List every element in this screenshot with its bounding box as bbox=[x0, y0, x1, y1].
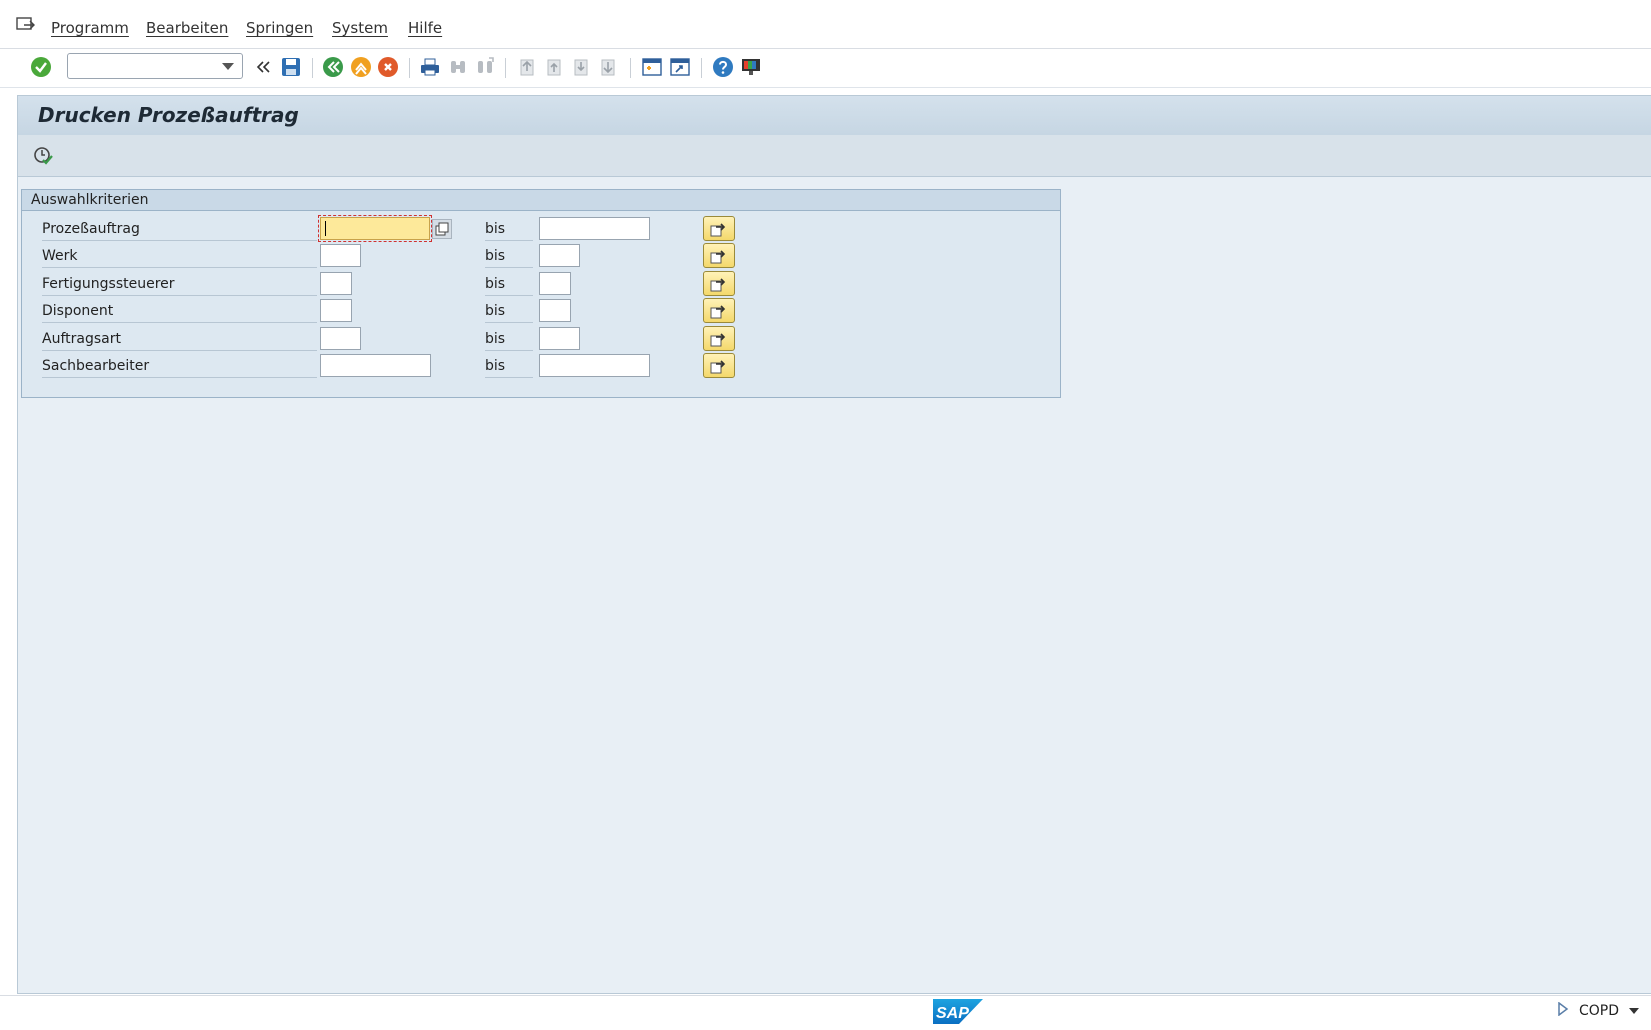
system-name: COPD bbox=[1579, 1003, 1620, 1019]
auftragsart-from-input[interactable] bbox=[320, 327, 361, 350]
label-sachbearbeiter: Sachbearbeiter bbox=[42, 354, 317, 378]
status-bar bbox=[0, 995, 1651, 1030]
create-shortcut-icon[interactable] bbox=[668, 55, 692, 79]
application-toolbar bbox=[17, 135, 1651, 177]
multiple-selection-button[interactable] bbox=[703, 271, 735, 296]
exit-icon[interactable] bbox=[349, 55, 373, 79]
last-page-icon bbox=[596, 55, 620, 79]
bis-label: bis bbox=[485, 354, 533, 378]
prozessauftrag-from-input[interactable] bbox=[318, 215, 432, 242]
customize-layout-icon[interactable] bbox=[739, 55, 763, 79]
auftragsart-to-input[interactable] bbox=[539, 327, 580, 350]
fertigungssteuerer-from-input[interactable] bbox=[320, 272, 352, 295]
menu-system[interactable]: System bbox=[332, 19, 388, 37]
bis-label: bis bbox=[485, 299, 533, 323]
toolbar-separator bbox=[630, 58, 631, 78]
previous-page-icon bbox=[542, 55, 566, 79]
cancel-icon[interactable] bbox=[376, 55, 400, 79]
menu-springen[interactable]: Springen bbox=[246, 19, 313, 37]
back-arrows-icon[interactable] bbox=[251, 55, 275, 79]
chevron-down-icon[interactable] bbox=[1629, 1008, 1640, 1014]
find-next-icon bbox=[473, 55, 497, 79]
multiple-selection-button[interactable] bbox=[703, 243, 735, 268]
toolbar-separator bbox=[409, 58, 410, 78]
bis-label: bis bbox=[485, 272, 533, 296]
menu-bar: Programm Bearbeiten Springen System Hilf… bbox=[0, 0, 1651, 49]
screen-title-bar: Drucken Prozeßauftrag bbox=[17, 95, 1651, 135]
label-auftragsart: Auftragsart bbox=[42, 327, 317, 351]
group-title: Auswahlkriterien bbox=[31, 192, 149, 208]
disponent-from-input[interactable] bbox=[320, 299, 352, 322]
multiple-selection-icon[interactable] bbox=[432, 219, 452, 239]
label-disponent: Disponent bbox=[42, 299, 317, 323]
find-icon bbox=[446, 55, 470, 79]
werk-from-input[interactable] bbox=[320, 244, 361, 267]
sachbearbeiter-from-input[interactable] bbox=[320, 354, 431, 377]
multiple-selection-button[interactable] bbox=[703, 216, 735, 241]
bis-label: bis bbox=[485, 327, 533, 351]
sap-logo: SAP bbox=[933, 999, 983, 1024]
menu-hilfe[interactable]: Hilfe bbox=[408, 19, 442, 37]
multiple-selection-button[interactable] bbox=[703, 326, 735, 351]
sachbearbeiter-to-input[interactable] bbox=[539, 354, 650, 377]
group-header: Auswahlkriterien bbox=[22, 190, 1060, 211]
multiple-selection-button[interactable] bbox=[703, 353, 735, 378]
multiple-selection-button[interactable] bbox=[703, 298, 735, 323]
text-cursor bbox=[325, 221, 326, 236]
play-icon[interactable] bbox=[1557, 1001, 1569, 1020]
sap-logo-text: SAP bbox=[936, 1005, 969, 1022]
fertigungssteuerer-to-input[interactable] bbox=[539, 272, 571, 295]
label-werk: Werk bbox=[42, 244, 317, 268]
toolbar-separator bbox=[701, 58, 702, 78]
label-fertigungssteuerer: Fertigungssteuerer bbox=[42, 272, 317, 296]
toolbar-separator bbox=[312, 58, 313, 78]
prozessauftrag-to-input[interactable] bbox=[539, 217, 650, 240]
chevron-down-icon[interactable] bbox=[222, 63, 234, 70]
enter-icon[interactable] bbox=[29, 55, 53, 79]
command-input[interactable] bbox=[72, 55, 216, 79]
execute-icon[interactable] bbox=[32, 145, 54, 167]
first-page-icon bbox=[515, 55, 539, 79]
page-title: Drucken Prozeßauftrag bbox=[38, 103, 299, 127]
command-field[interactable] bbox=[67, 53, 243, 79]
print-icon[interactable] bbox=[418, 55, 442, 79]
status-area: COPD bbox=[1557, 1001, 1640, 1020]
help-icon[interactable] bbox=[711, 55, 735, 79]
next-page-icon bbox=[569, 55, 593, 79]
menu-toggle-icon[interactable] bbox=[16, 16, 36, 34]
system-toolbar bbox=[0, 49, 1651, 88]
save-icon[interactable] bbox=[279, 55, 303, 79]
new-session-icon[interactable] bbox=[640, 55, 664, 79]
toolbar-separator bbox=[505, 58, 506, 78]
werk-to-input[interactable] bbox=[539, 244, 580, 267]
disponent-to-input[interactable] bbox=[539, 299, 571, 322]
label-prozessauftrag: Prozeßauftrag bbox=[42, 217, 317, 241]
bis-label: bis bbox=[485, 217, 533, 241]
menu-programm[interactable]: Programm bbox=[51, 19, 129, 37]
menu-bearbeiten[interactable]: Bearbeiten bbox=[146, 19, 228, 37]
bis-label: bis bbox=[485, 244, 533, 268]
back-icon[interactable] bbox=[321, 55, 345, 79]
